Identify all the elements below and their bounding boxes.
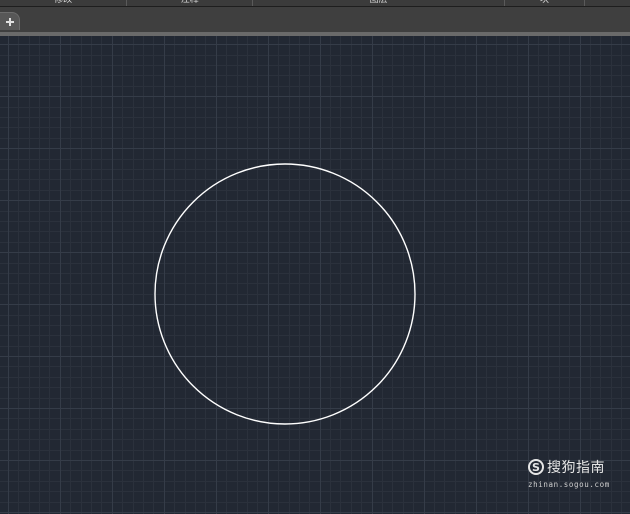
model-space[interactable]: [0, 36, 630, 514]
ribbon-panel-block[interactable]: 块: [505, 0, 586, 6]
ribbon-panel-strip: 修改 注释 图层 块: [0, 0, 630, 7]
file-tab-bar: [0, 7, 630, 33]
watermark-brand-row: S 搜狗指南: [528, 456, 628, 478]
sogou-logo-icon: S: [528, 459, 544, 475]
ribbon-panel-extra[interactable]: [585, 0, 630, 6]
watermark-brand: 搜狗指南: [547, 460, 605, 476]
ribbon-panel-modify[interactable]: 修改: [0, 0, 128, 6]
watermark-url: zhinan.sogou.com: [528, 480, 610, 489]
sogou-watermark: S 搜狗指南 zhinan.sogou.com: [528, 456, 628, 496]
ribbon-panel-layers[interactable]: 图层: [253, 0, 505, 6]
plus-icon: [5, 17, 15, 27]
drawing-canvas[interactable]: [0, 36, 630, 514]
new-tab-button[interactable]: [0, 12, 20, 30]
ribbon-panel-annotation[interactable]: 注释: [127, 0, 254, 6]
